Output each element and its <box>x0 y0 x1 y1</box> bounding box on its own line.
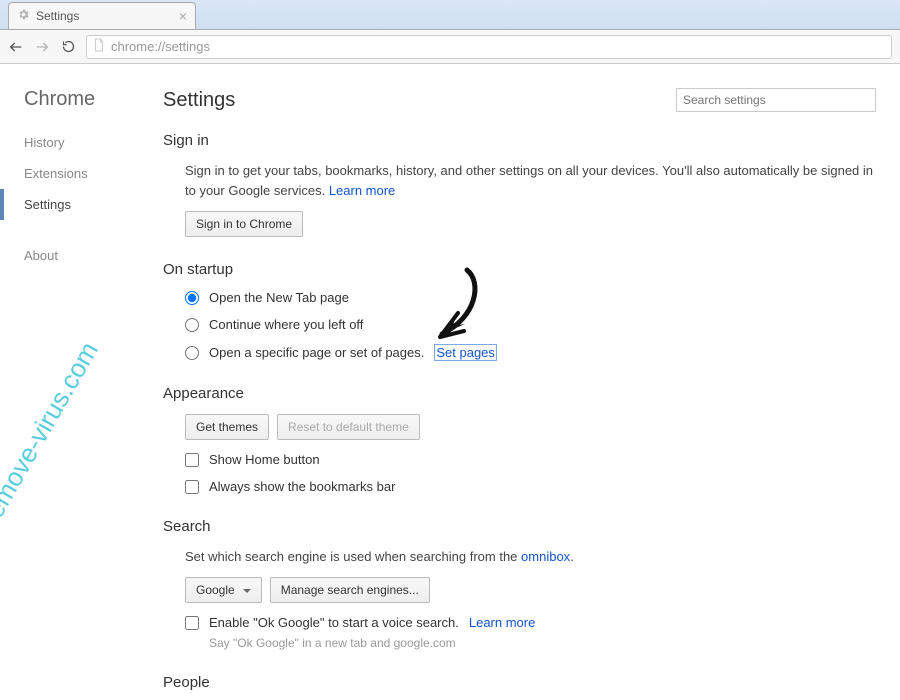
sidebar-title: Chrome <box>0 88 155 127</box>
signin-button[interactable]: Sign in to Chrome <box>185 211 303 237</box>
section-title-appearance: Appearance <box>163 385 876 402</box>
search-input[interactable] <box>676 88 876 112</box>
show-bookmarks-row[interactable]: Always show the bookmarks bar <box>185 479 876 494</box>
section-title-search: Search <box>163 518 876 535</box>
checkbox-show-home[interactable] <box>185 453 199 467</box>
startup-opt-continue-label: Continue where you left off <box>209 317 363 332</box>
checkbox-ok-google[interactable] <box>185 616 199 630</box>
reload-icon[interactable] <box>60 39 76 54</box>
sidebar-item-history[interactable]: History <box>0 127 155 158</box>
section-title-signin: Sign in <box>163 132 876 149</box>
tab-bar: Settings × <box>0 0 900 30</box>
url-input[interactable] <box>111 39 885 54</box>
section-signin: Sign in Sign in to get your tabs, bookma… <box>163 132 876 237</box>
signin-learn-more-link[interactable]: Learn more <box>329 183 395 198</box>
section-title-people: People <box>163 674 876 691</box>
tab-settings[interactable]: Settings × <box>8 2 196 29</box>
address-bar[interactable] <box>86 35 892 59</box>
back-icon[interactable] <box>8 39 24 55</box>
content: Settings Sign in Sign in to get your tab… <box>155 64 900 700</box>
reset-theme-button[interactable]: Reset to default theme <box>277 414 420 440</box>
tab-title: Settings <box>36 9 79 23</box>
ok-google-help: Say "Ok Google" in a new tab and google.… <box>185 636 876 650</box>
startup-opt-continue[interactable]: Continue where you left off <box>185 317 876 332</box>
show-bookmarks-label: Always show the bookmarks bar <box>209 479 395 494</box>
show-home-row[interactable]: Show Home button <box>185 452 876 467</box>
sidebar-item-about[interactable]: About <box>0 240 155 271</box>
radio-specific[interactable] <box>185 346 199 360</box>
startup-opt-specific[interactable]: Open a specific page or set of pages. Se… <box>185 344 876 361</box>
forward-icon[interactable] <box>34 39 50 55</box>
omnibox-link[interactable]: omnibox <box>521 549 570 564</box>
sidebar-item-extensions[interactable]: Extensions <box>0 158 155 189</box>
ok-google-label: Enable "Ok Google" to start a voice sear… <box>209 615 459 630</box>
section-startup: On startup Open the New Tab page Continu… <box>163 261 876 361</box>
gear-icon <box>17 8 30 24</box>
ok-google-learn-more-link[interactable]: Learn more <box>469 615 535 630</box>
radio-newtab[interactable] <box>185 291 199 305</box>
get-themes-button[interactable]: Get themes <box>185 414 269 440</box>
section-appearance: Appearance Get themes Reset to default t… <box>163 385 876 494</box>
nav-bar <box>0 30 900 64</box>
page-icon <box>93 38 105 55</box>
sidebar: Chrome History Extensions Settings About <box>0 64 155 700</box>
section-search: Search Set which search engine is used w… <box>163 518 876 650</box>
startup-opt-newtab[interactable]: Open the New Tab page <box>185 290 876 305</box>
section-title-startup: On startup <box>163 261 876 278</box>
search-description: Set which search engine is used when sea… <box>185 547 876 567</box>
signin-description: Sign in to get your tabs, bookmarks, his… <box>185 161 876 201</box>
section-people: People <box>163 674 876 691</box>
sidebar-item-settings[interactable]: Settings <box>0 189 155 220</box>
startup-opt-newtab-label: Open the New Tab page <box>209 290 349 305</box>
show-home-label: Show Home button <box>209 452 320 467</box>
startup-opt-specific-label: Open a specific page or set of pages. <box>209 345 424 360</box>
search-engine-dropdown[interactable]: Google <box>185 577 262 603</box>
ok-google-row[interactable]: Enable "Ok Google" to start a voice sear… <box>185 615 876 630</box>
checkbox-show-bookmarks[interactable] <box>185 480 199 494</box>
radio-continue[interactable] <box>185 318 199 332</box>
page-title: Settings <box>163 89 235 112</box>
close-icon[interactable]: × <box>179 9 187 23</box>
manage-search-engines-button[interactable]: Manage search engines... <box>270 577 430 603</box>
set-pages-link[interactable]: Set pages <box>434 344 497 361</box>
